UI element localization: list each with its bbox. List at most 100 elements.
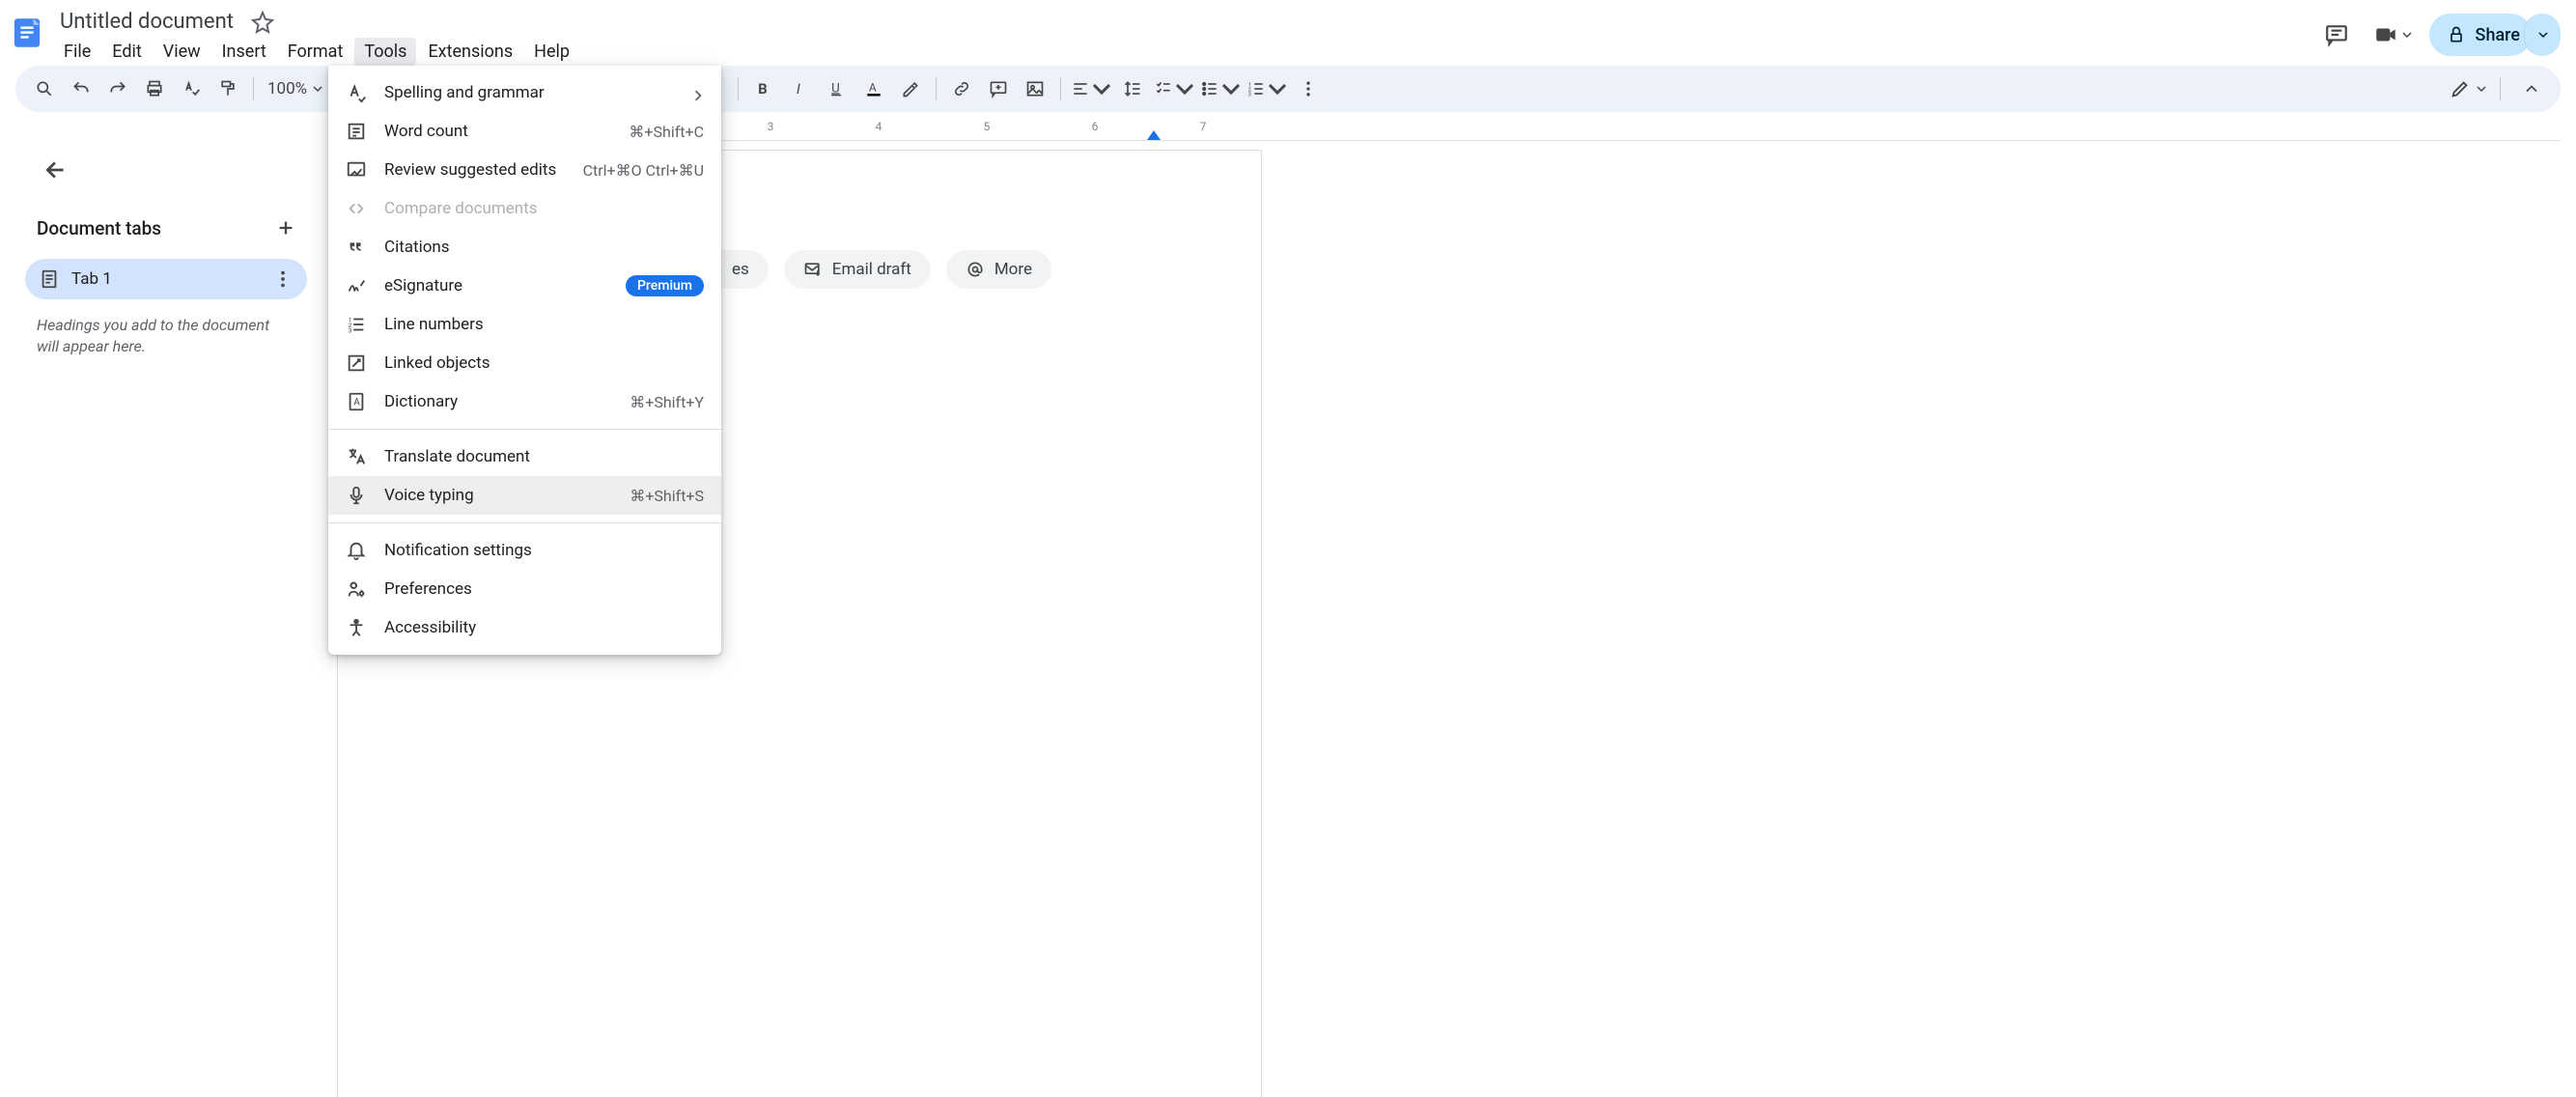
add-tab-icon[interactable]: [270, 212, 301, 243]
more-toolbar-icon[interactable]: [1291, 71, 1326, 106]
text-color-icon[interactable]: A: [856, 71, 891, 106]
toolbar-divider: [2500, 77, 2501, 100]
menu-help[interactable]: Help: [524, 38, 579, 66]
menu-item-label: Voice typing: [384, 486, 612, 505]
header-right: Share: [2317, 14, 2561, 56]
chip-label: Email draft: [832, 260, 911, 279]
prefs-icon: [346, 578, 367, 600]
numbered-list-icon[interactable]: 123: [1245, 71, 1289, 106]
docs-logo-icon[interactable]: [8, 8, 46, 58]
bulleted-list-icon[interactable]: [1198, 71, 1243, 106]
line-spacing-icon[interactable]: [1115, 71, 1150, 106]
collapse-toolbar-icon[interactable]: [2514, 71, 2549, 106]
menu-insert[interactable]: Insert: [212, 38, 276, 66]
meet-button[interactable]: [2373, 15, 2412, 54]
tools-item-linked-objects[interactable]: Linked objects: [328, 344, 721, 382]
align-icon[interactable]: [1069, 71, 1113, 106]
smart-chips-row: es Email draft More: [720, 250, 1051, 289]
share-caret[interactable]: [2524, 14, 2561, 56]
menu-file[interactable]: File: [54, 38, 100, 66]
svg-text:A: A: [869, 81, 877, 95]
menu-separator: [328, 429, 721, 430]
toolbar-divider: [738, 77, 739, 100]
tools-item-spelling-and-grammar[interactable]: Spelling and grammar: [328, 73, 721, 112]
tab-more-icon[interactable]: [272, 268, 294, 290]
ruler-indent-marker[interactable]: [1147, 129, 1161, 139]
sidebar-title: Document tabs: [37, 217, 161, 239]
menu-item-label: Compare documents: [384, 199, 704, 218]
menu-item-label: Word count: [384, 122, 611, 141]
menu-shortcut: ⌘+Shift+C: [629, 123, 704, 141]
highlight-color-icon[interactable]: [893, 71, 928, 106]
a11y-icon: [346, 617, 367, 638]
tools-item-dictionary[interactable]: ADictionary⌘+Shift+Y: [328, 382, 721, 421]
paint-format-icon[interactable]: [210, 71, 245, 106]
print-icon[interactable]: [137, 71, 172, 106]
cite-icon: [346, 237, 367, 258]
editing-mode-button[interactable]: [2450, 78, 2486, 99]
chip-meeting-notes[interactable]: es: [720, 250, 769, 289]
chip-email-draft[interactable]: Email draft: [784, 250, 931, 289]
tools-item-preferences[interactable]: Preferences: [328, 570, 721, 608]
insert-link-icon[interactable]: [944, 71, 979, 106]
svg-text:I: I: [797, 80, 800, 98]
tools-item-review-suggested-edits[interactable]: Review suggested edits Ctrl+⌘O Ctrl+⌘U: [328, 151, 721, 189]
sidebar: Document tabs Tab 1 Headings you add to …: [14, 151, 319, 358]
premium-badge: Premium: [626, 275, 704, 296]
tools-item-citations[interactable]: Citations: [328, 228, 721, 267]
tab-item[interactable]: Tab 1: [25, 259, 307, 299]
linked-icon: [346, 352, 367, 374]
menu-item-label: Review suggested edits: [384, 160, 566, 180]
search-menus-icon[interactable]: [27, 71, 62, 106]
add-comment-icon[interactable]: [981, 71, 1016, 106]
menu-edit[interactable]: Edit: [102, 38, 151, 66]
spellcheck-icon[interactable]: [174, 71, 209, 106]
document-title[interactable]: Untitled document: [54, 8, 239, 36]
ruler-tick: 7: [1200, 120, 1207, 133]
tools-item-voice-typing[interactable]: Voice typing⌘+Shift+S: [328, 476, 721, 515]
underline-icon[interactable]: U: [820, 71, 854, 106]
toolbar-divider: [936, 77, 937, 100]
menu-extensions[interactable]: Extensions: [418, 38, 522, 66]
tab-label: Tab 1: [71, 269, 261, 289]
menu-shortcut: Ctrl+⌘O Ctrl+⌘U: [583, 161, 704, 180]
star-icon[interactable]: [251, 11, 274, 34]
tools-item-accessibility[interactable]: Accessibility: [328, 608, 721, 647]
chip-more[interactable]: More: [946, 250, 1051, 289]
menu-view[interactable]: View: [154, 38, 210, 66]
at-icon: [966, 260, 985, 279]
insert-image-icon[interactable]: [1018, 71, 1052, 106]
menu-item-label: Spelling and grammar: [384, 83, 675, 102]
bold-icon[interactable]: B: [746, 71, 781, 106]
dict-icon: A: [346, 391, 367, 412]
menu-item-label: Citations: [384, 238, 704, 257]
tools-item-esignature[interactable]: eSignaturePremium: [328, 267, 721, 305]
toolbar-format-cluster: B I U A 123: [732, 66, 1326, 112]
comment-history-icon[interactable]: [2317, 15, 2356, 54]
tools-item-line-numbers[interactable]: 123Line numbers: [328, 305, 721, 344]
checklist-icon[interactable]: [1152, 71, 1196, 106]
compare-icon: [346, 198, 367, 219]
share-label: Share: [2476, 25, 2520, 45]
undo-icon[interactable]: [64, 71, 98, 106]
menu-format[interactable]: Format: [278, 38, 353, 66]
redo-icon[interactable]: [100, 71, 135, 106]
svg-text:A: A: [353, 398, 360, 408]
menu-tools[interactable]: Tools: [354, 38, 416, 66]
italic-icon[interactable]: I: [783, 71, 818, 106]
chip-label: es: [732, 260, 749, 279]
share-button[interactable]: Share: [2429, 14, 2532, 56]
chip-label: More: [994, 260, 1032, 279]
tools-dropdown: Spelling and grammar Word count ⌘+Shift+C R…: [328, 66, 721, 655]
menu-item-label: Dictionary: [384, 392, 612, 411]
title-area: Untitled document FileEditViewInsertForm…: [54, 8, 2317, 66]
ruler-tick: 6: [1092, 120, 1099, 133]
zoom-selector[interactable]: 100%: [262, 79, 328, 98]
ruler-tick: 4: [876, 120, 882, 133]
tools-item-translate-document[interactable]: Translate document: [328, 437, 721, 476]
tools-item-word-count[interactable]: Word count ⌘+Shift+C: [328, 112, 721, 151]
review-icon: [346, 159, 367, 181]
tools-item-notification-settings[interactable]: Notification settings: [328, 531, 721, 570]
back-icon[interactable]: [37, 151, 75, 189]
menu-item-label: Accessibility: [384, 618, 704, 637]
